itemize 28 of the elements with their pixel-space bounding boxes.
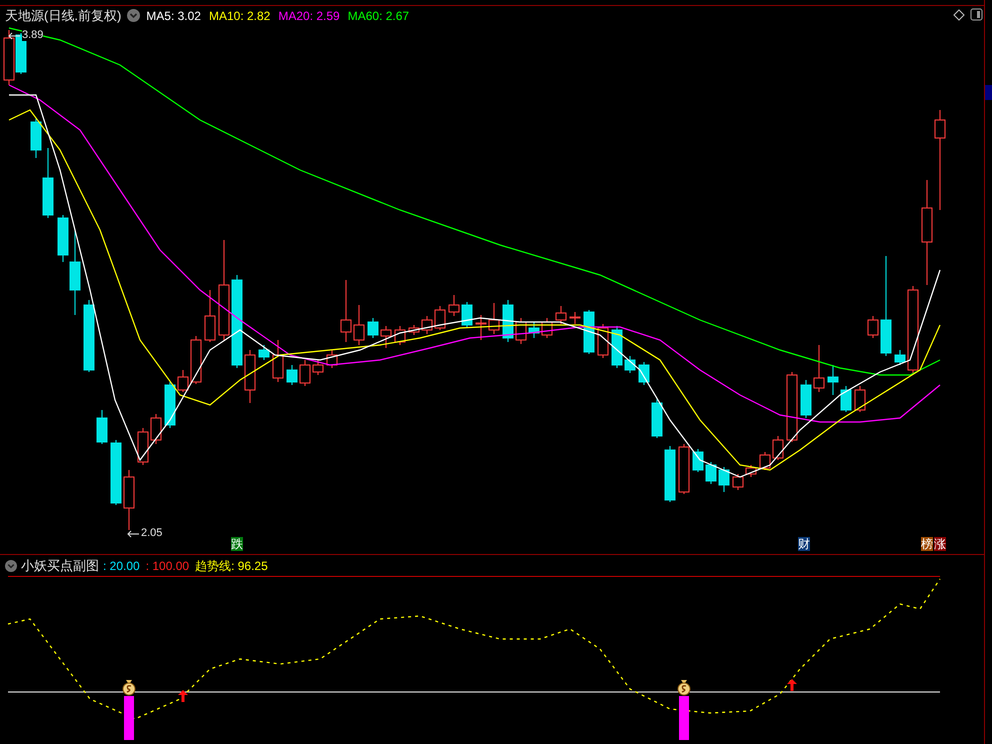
indicator-value: MA10: 2.82 — [208, 8, 270, 24]
money-bag-icon — [678, 680, 690, 696]
signal-bar — [679, 696, 689, 740]
price-label: 2.05 — [141, 528, 162, 539]
price-label: 3.89 — [22, 30, 44, 41]
chevron-down-icon[interactable] — [127, 9, 140, 22]
event-marker[interactable]: 跌 — [231, 537, 243, 551]
up-arrow-icon — [178, 690, 188, 702]
chevron-down-icon[interactable] — [5, 560, 17, 572]
signal-bar — [124, 696, 134, 740]
scroll-marker — [985, 85, 992, 100]
event-marker[interactable]: 榜 — [921, 537, 933, 551]
arrow-left-icon — [127, 530, 139, 538]
indicator-value: MA20: 2.59 — [278, 8, 340, 24]
indicator-title: 小妖买点副图 — [21, 556, 99, 575]
indicator-value: MA5: 3.02 — [146, 8, 201, 24]
arrow-left-icon — [8, 32, 20, 40]
up-arrow-icon — [787, 679, 797, 691]
indicator-value: MA60: 2.67 — [348, 8, 410, 24]
indicator-value: : 100.00 — [146, 558, 190, 574]
diamond-icon[interactable] — [953, 9, 965, 21]
indicator-value: : 20.00 — [103, 558, 140, 574]
chart-title: 天地源(日线.前复权) — [5, 6, 122, 25]
indicator-value: 趋势线: 96.25 — [195, 558, 268, 574]
panel-toggle-icon[interactable] — [970, 8, 983, 21]
money-bag-icon — [122, 680, 136, 696]
event-marker[interactable]: 涨 — [934, 537, 946, 551]
event-marker[interactable]: 财 — [798, 537, 810, 551]
